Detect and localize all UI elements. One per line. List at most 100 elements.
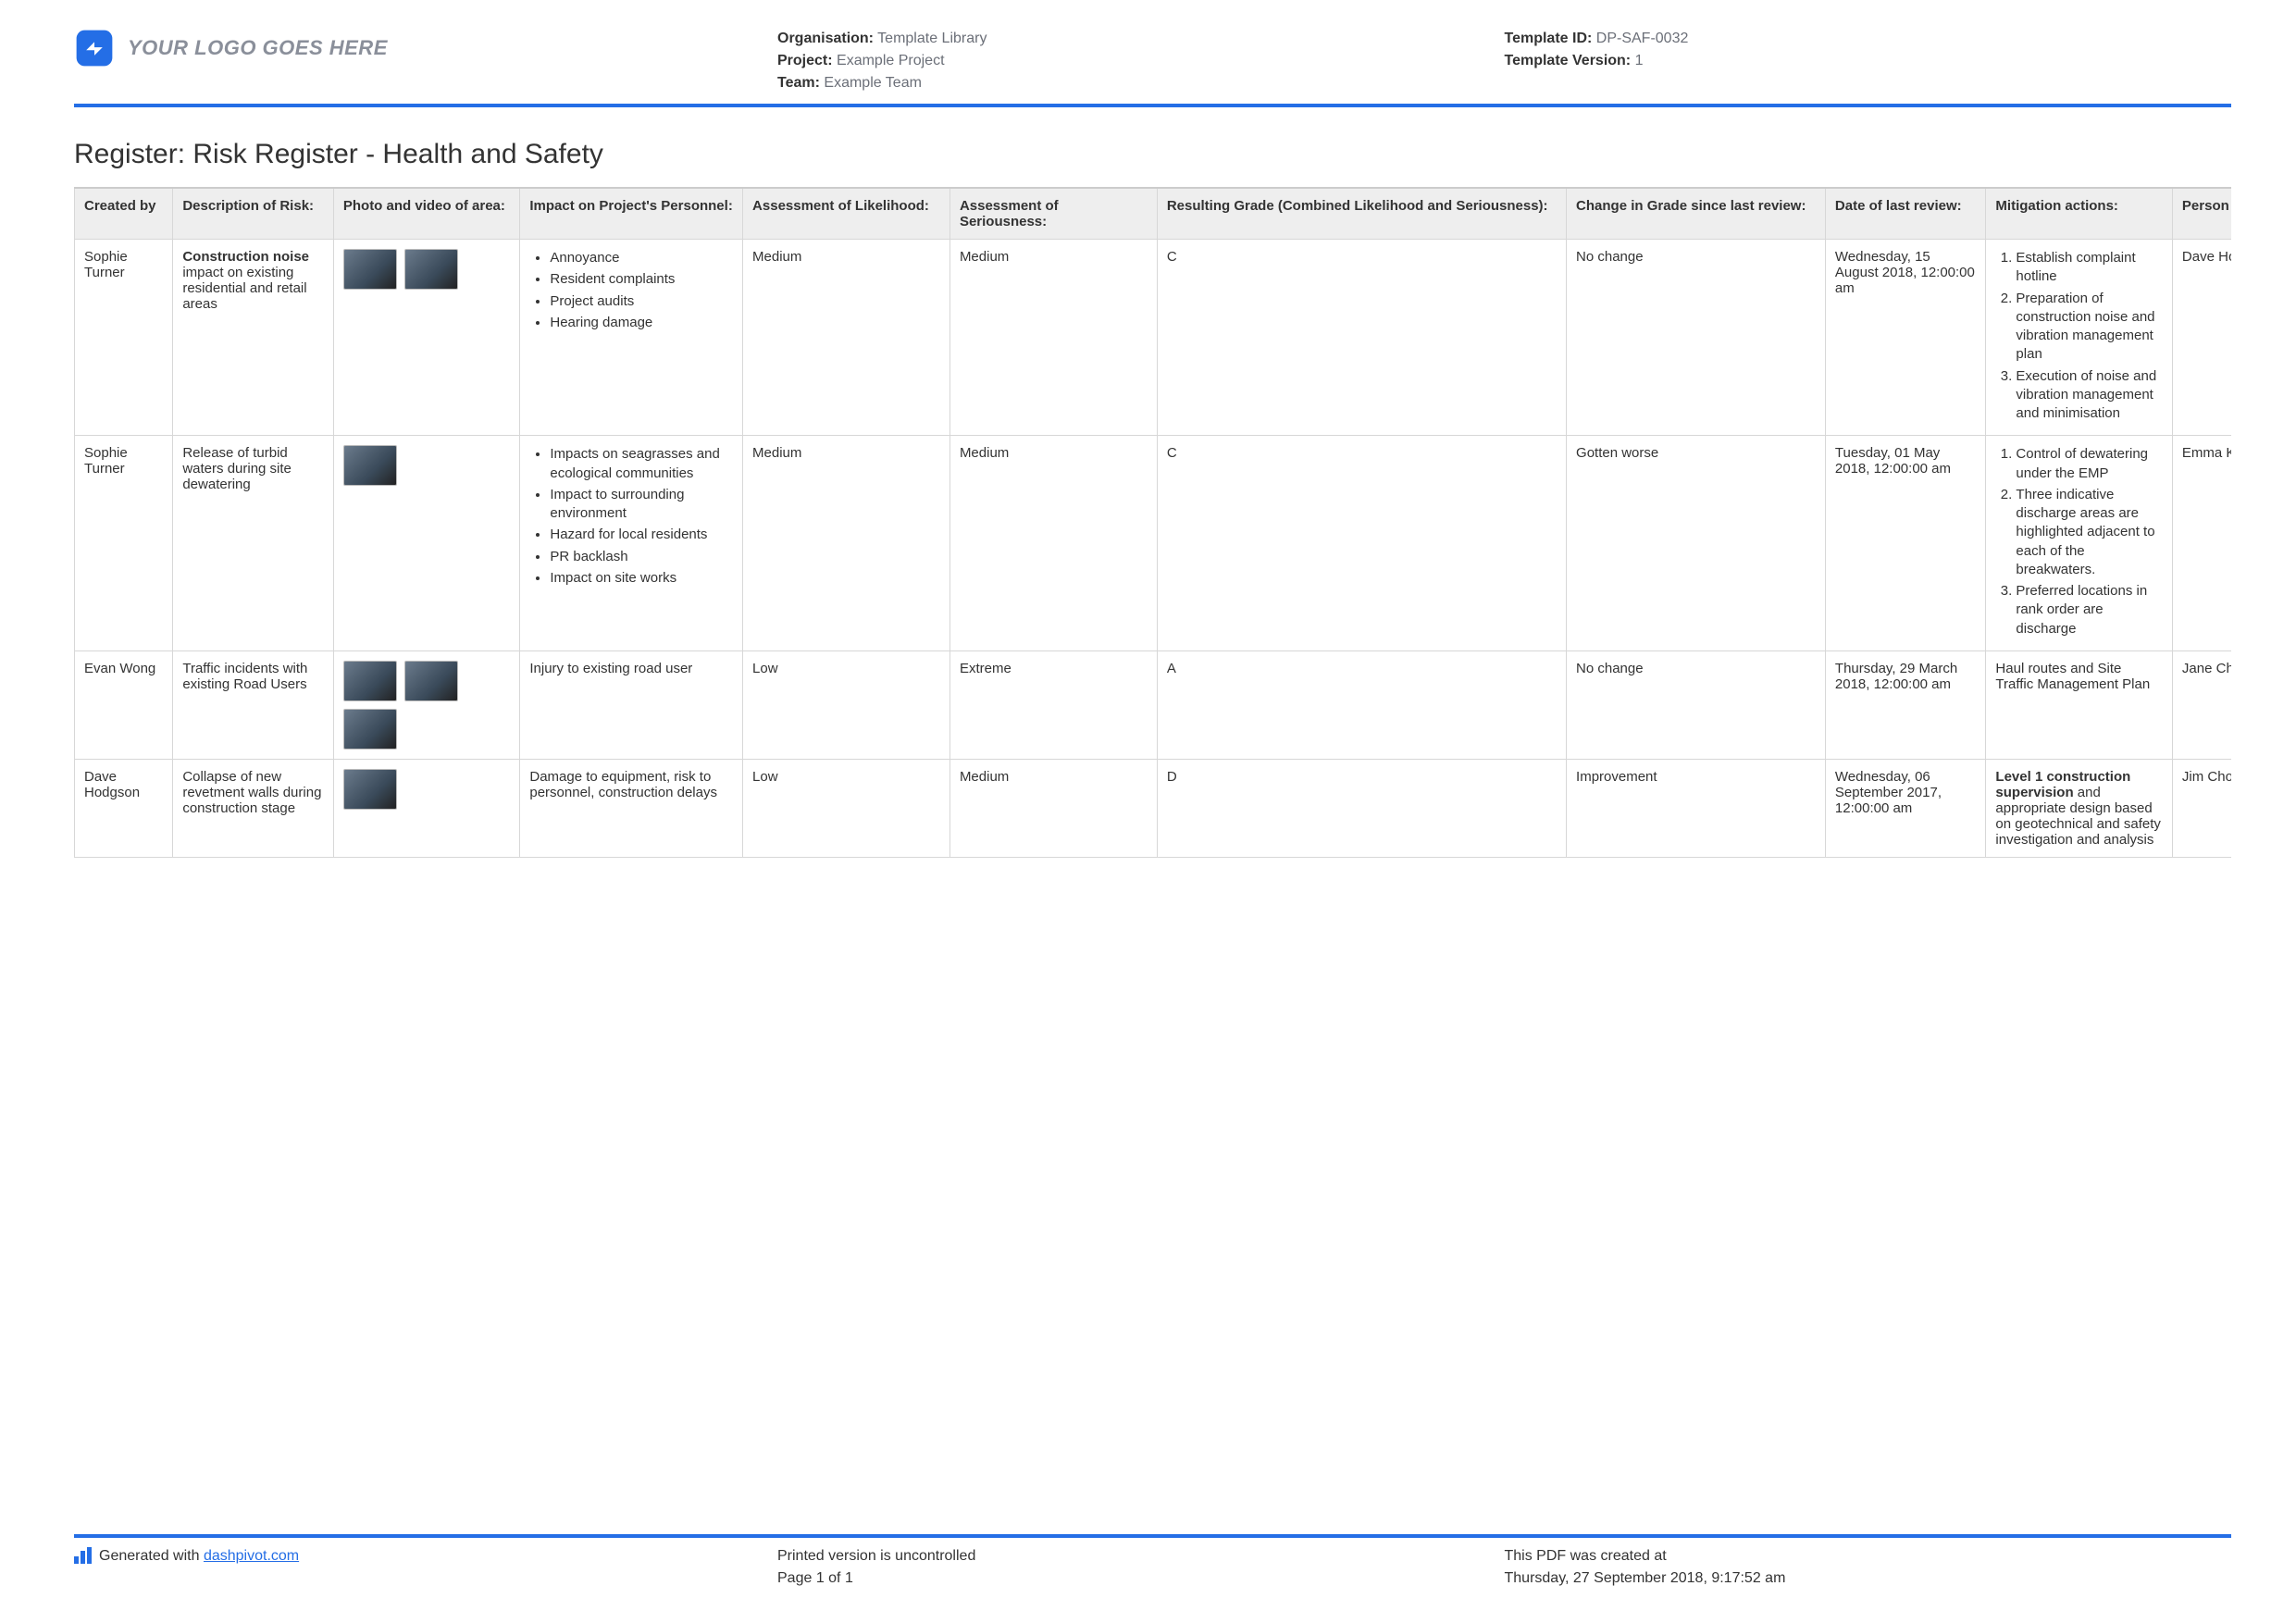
cell-created-by: Sophie Turner xyxy=(75,436,173,651)
created-label: This PDF was created at xyxy=(1505,1545,2232,1567)
page-number: Page 1 of 1 xyxy=(777,1567,1505,1590)
photo-thumbnail xyxy=(404,249,458,290)
cell-impact: Annoyance Resident complaints Project audi… xyxy=(520,240,743,436)
photo-thumbnail xyxy=(343,249,397,290)
list-item: Hearing damage xyxy=(550,314,733,332)
team-label: Team: xyxy=(777,75,820,91)
cell-change: Improvement xyxy=(1567,759,1826,857)
cell-impact: Damage to equipment, risk to personnel, … xyxy=(520,759,743,857)
col-impact: Impact on Project's Personnel: xyxy=(520,188,743,240)
created-value: Thursday, 27 September 2018, 9:17:52 am xyxy=(1505,1567,2232,1590)
cell-last-review: Tuesday, 01 May 2018, 12:00:00 am xyxy=(1825,436,1986,651)
organisation-label: Organisation: xyxy=(777,31,874,46)
cell-person: Emma Kitt xyxy=(2172,436,2231,651)
col-created-by: Created by xyxy=(75,188,173,240)
cell-seriousness: Medium xyxy=(949,436,1157,651)
template-version-value: 1 xyxy=(1635,53,1644,68)
cell-person: Jim Choote xyxy=(2172,759,2231,857)
team-value: Example Team xyxy=(824,75,922,91)
list-item: Control of dewatering under the EMP xyxy=(2016,445,2163,483)
list-item: Annoyance xyxy=(550,249,733,267)
cell-likelihood: Medium xyxy=(743,240,950,436)
col-seriousness: Assessment of Seriousness: xyxy=(949,188,1157,240)
cell-grade: A xyxy=(1157,650,1566,759)
cell-change: No change xyxy=(1567,240,1826,436)
photo-thumbnail xyxy=(404,661,458,701)
risk-table-wrap: Created by Description of Risk: Photo an… xyxy=(74,187,2231,858)
list-item: Preparation of construction noise and vi… xyxy=(2016,290,2163,365)
cell-likelihood: Low xyxy=(743,650,950,759)
cell-mitigation: Establish complaint hotlinePreparation o… xyxy=(1986,240,2173,436)
table-row: Sophie TurnerRelease of turbid waters du… xyxy=(75,436,2232,651)
list-item: Hazard for local residents xyxy=(550,526,733,544)
list-item: Project audits xyxy=(550,292,733,311)
cell-mitigation: Haul routes and Site Traffic Management … xyxy=(1986,650,2173,759)
cell-photo xyxy=(333,759,520,857)
cell-photo xyxy=(333,240,520,436)
cell-person: Dave Hole xyxy=(2172,240,2231,436)
cell-created-by: Dave Hodgson xyxy=(75,759,173,857)
logo-block: YOUR LOGO GOES HERE xyxy=(74,28,777,68)
cell-impact: Injury to existing road user xyxy=(520,650,743,759)
generated-prefix: Generated with xyxy=(99,1548,204,1564)
cell-likelihood: Low xyxy=(743,759,950,857)
cell-photo xyxy=(333,436,520,651)
document-footer: Generated with dashpivot.com Printed ver… xyxy=(74,1534,2231,1590)
photo-thumbnail xyxy=(343,769,397,810)
template-id-value: DP-SAF-0032 xyxy=(1596,31,1689,46)
list-item: PR backlash xyxy=(550,548,733,566)
page-title: Register: Risk Register - Health and Saf… xyxy=(74,139,2231,170)
cell-description: Collapse of new revetment walls during c… xyxy=(173,759,334,857)
risk-table: Created by Description of Risk: Photo an… xyxy=(74,187,2231,858)
cell-seriousness: Medium xyxy=(949,240,1157,436)
cell-seriousness: Extreme xyxy=(949,650,1157,759)
cell-description: Traffic incidents with existing Road Use… xyxy=(173,650,334,759)
cell-last-review: Wednesday, 06 September 2017, 12:00:00 a… xyxy=(1825,759,1986,857)
list-item: Three indicative discharge areas are hig… xyxy=(2016,486,2163,579)
logo-icon xyxy=(74,28,115,68)
template-id-label: Template ID: xyxy=(1505,31,1593,46)
table-row: Sophie TurnerConstruction noise impact o… xyxy=(75,240,2232,436)
project-value: Example Project xyxy=(837,53,945,68)
cell-description: Release of turbid waters during site dew… xyxy=(173,436,334,651)
meta-left: Organisation: Template Library Project: … xyxy=(777,28,1505,94)
list-item: Preferred locations in rank order are di… xyxy=(2016,582,2163,638)
photo-thumbnail xyxy=(343,661,397,701)
uncontrolled-text: Printed version is uncontrolled xyxy=(777,1545,1505,1567)
table-header-row: Created by Description of Risk: Photo an… xyxy=(75,188,2232,240)
col-last-review: Date of last review: xyxy=(1825,188,1986,240)
cell-created-by: Evan Wong xyxy=(75,650,173,759)
document-header: YOUR LOGO GOES HERE Organisation: Templa… xyxy=(74,28,2231,107)
cell-last-review: Wednesday, 15 August 2018, 12:00:00 am xyxy=(1825,240,1986,436)
col-photo: Photo and video of area: xyxy=(333,188,520,240)
col-person: Person re xyxy=(2172,188,2231,240)
cell-person: Jane Chefi xyxy=(2172,650,2231,759)
meta-right: Template ID: DP-SAF-0032 Template Versio… xyxy=(1505,28,2232,94)
cell-last-review: Thursday, 29 March 2018, 12:00:00 am xyxy=(1825,650,1986,759)
cell-likelihood: Medium xyxy=(743,436,950,651)
cell-description: Construction noise impact on existing re… xyxy=(173,240,334,436)
cell-mitigation: Level 1 construction supervision and app… xyxy=(1986,759,2173,857)
bar-chart-icon xyxy=(74,1547,92,1564)
col-grade: Resulting Grade (Combined Likelihood and… xyxy=(1157,188,1566,240)
col-mitigation: Mitigation actions: xyxy=(1986,188,2173,240)
photo-thumbnail xyxy=(343,709,397,750)
generated-link[interactable]: dashpivot.com xyxy=(204,1548,299,1564)
cell-grade: D xyxy=(1157,759,1566,857)
cell-created-by: Sophie Turner xyxy=(75,240,173,436)
list-item: Impact to surrounding environment xyxy=(550,486,733,524)
project-label: Project: xyxy=(777,53,833,68)
cell-seriousness: Medium xyxy=(949,759,1157,857)
logo-text: YOUR LOGO GOES HERE xyxy=(128,36,388,60)
cell-change: No change xyxy=(1567,650,1826,759)
list-item: Execution of noise and vibration managem… xyxy=(2016,367,2163,424)
cell-impact: Impacts on seagrasses and ecological com… xyxy=(520,436,743,651)
cell-grade: C xyxy=(1157,436,1566,651)
list-item: Impacts on seagrasses and ecological com… xyxy=(550,445,733,483)
table-row: Dave HodgsonCollapse of new revetment wa… xyxy=(75,759,2232,857)
organisation-value: Template Library xyxy=(877,31,987,46)
col-likelihood: Assessment of Likelihood: xyxy=(743,188,950,240)
list-item: Resident complaints xyxy=(550,270,733,289)
list-item: Establish complaint hotline xyxy=(2016,249,2163,287)
cell-change: Gotten worse xyxy=(1567,436,1826,651)
